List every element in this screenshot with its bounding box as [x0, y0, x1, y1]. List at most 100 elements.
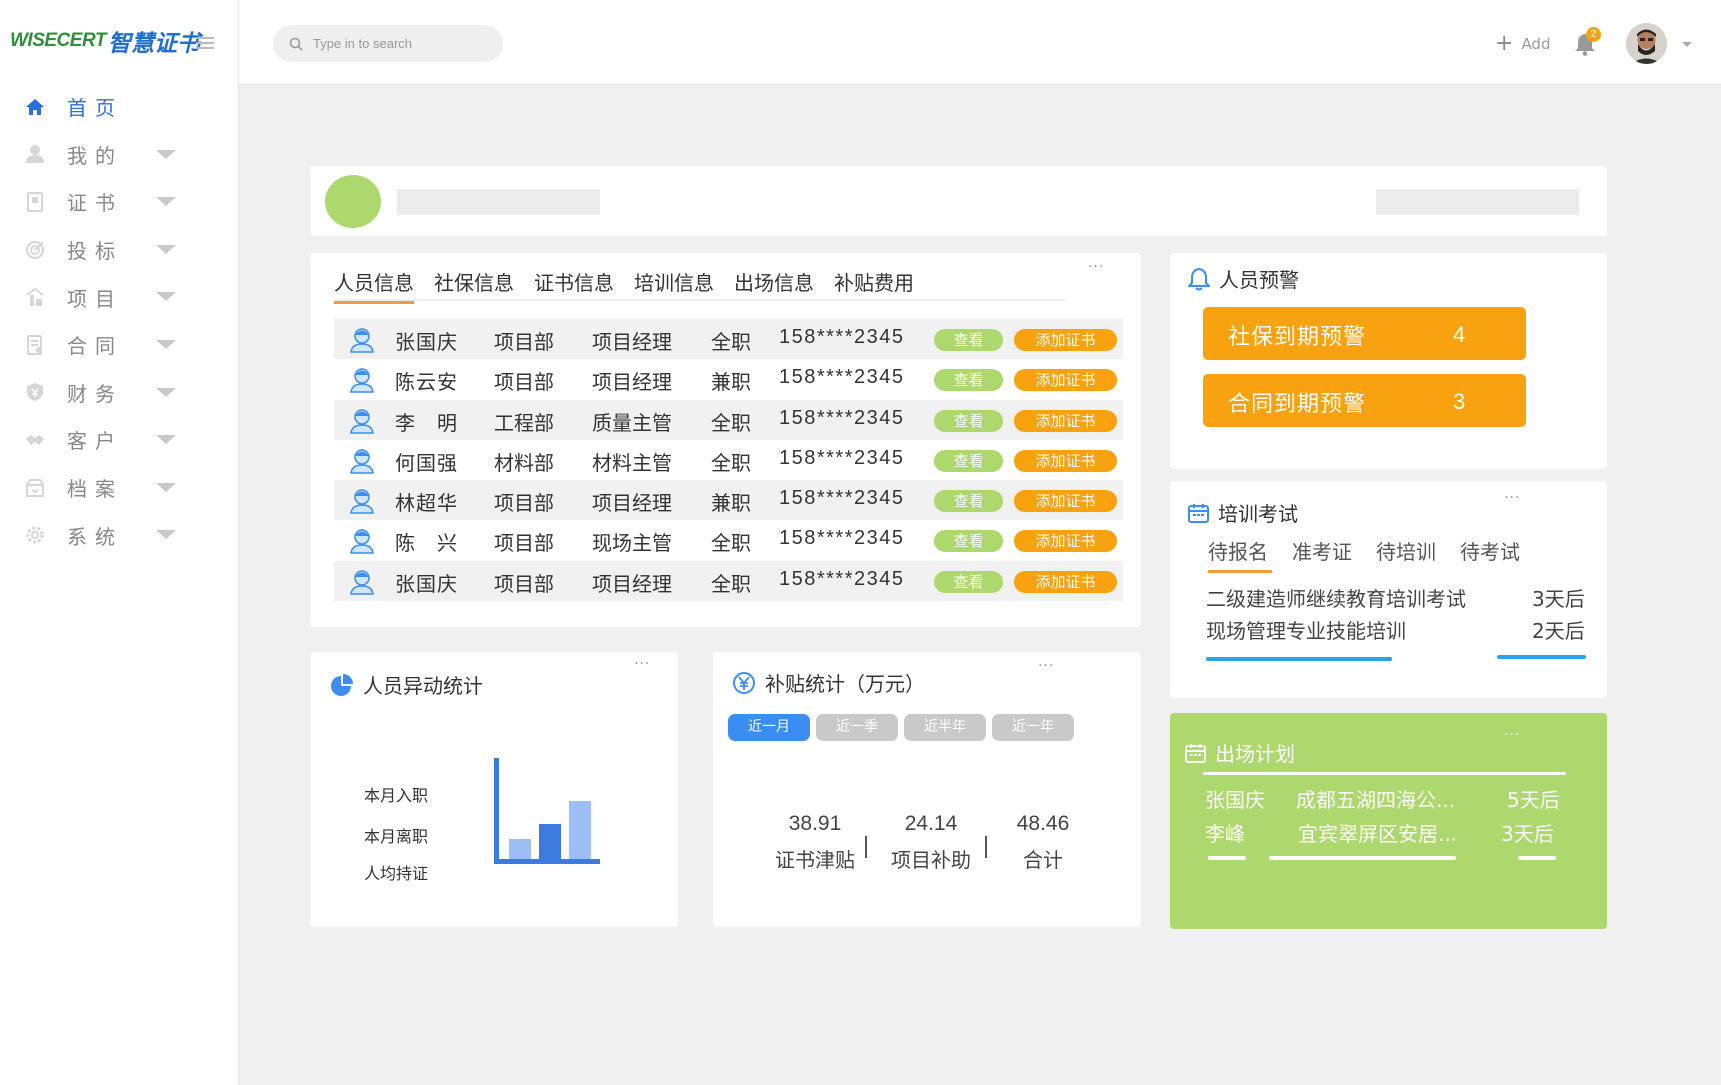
view-button[interactable]: 查看 — [934, 329, 1003, 351]
view-button[interactable]: 查看 — [934, 490, 1003, 513]
add-certificate-button[interactable]: 添加证书 — [1014, 490, 1117, 513]
tab-last-quarter[interactable]: 近一季 — [816, 714, 898, 741]
sidebar-item-home[interactable]: 首页 — [0, 83, 239, 131]
tab-pending-training[interactable]: 待培训 — [1376, 536, 1436, 571]
view-button[interactable]: 查看 — [934, 409, 1003, 432]
view-button[interactable]: 查看 — [934, 369, 1003, 392]
person-position: 项目经理 — [592, 370, 672, 395]
sidebar-item-customer[interactable]: 客户 — [0, 416, 239, 464]
tab-subsidy-fee[interactable]: 补贴费用 — [834, 265, 914, 301]
add-button[interactable]: + Add — [1495, 33, 1550, 55]
view-button[interactable]: 查看 — [934, 530, 1003, 553]
sidebar-item-bidding[interactable]: 投标 — [0, 226, 239, 274]
sidebar-item-contract[interactable]: 合同 — [0, 321, 239, 369]
search-input[interactable] — [313, 36, 493, 51]
more-icon[interactable]: ··· — [634, 656, 650, 672]
tab-last-year[interactable]: 近一年 — [992, 714, 1074, 741]
chart-axis-y — [494, 758, 499, 864]
personnel-change-card: 人员异动统计 ··· 本月入职 本月离职 人均持证 — [310, 652, 678, 927]
person-position: 现场主管 — [592, 531, 672, 556]
sidebar-item-project[interactable]: 项目 — [0, 273, 239, 321]
tab-admission-ticket[interactable]: 准考证 — [1292, 536, 1352, 571]
person-phone: 158****2345 — [779, 406, 905, 429]
tab-pending-registration[interactable]: 待报名 — [1208, 536, 1272, 573]
sidebar-item-certificate[interactable]: 证书 — [0, 178, 239, 226]
add-certificate-button[interactable]: 添加证书 — [1014, 449, 1117, 472]
add-certificate-button[interactable]: 添加证书 — [1014, 409, 1117, 432]
more-icon[interactable]: ··· — [1038, 658, 1054, 674]
progress-bar — [1497, 655, 1586, 659]
view-button[interactable]: 查看 — [934, 449, 1003, 472]
tab-last-half-year[interactable]: 近半年 — [904, 714, 986, 741]
chevron-down-icon[interactable] — [156, 244, 176, 254]
social-security-expiry-warning[interactable]: 社保到期预警 4 — [1203, 307, 1526, 360]
yen-icon — [733, 671, 755, 694]
tab-certificate-info[interactable]: 证书信息 — [534, 265, 614, 301]
person-icon — [350, 408, 374, 434]
table-row: 何国强 材料部 材料主管 全职 158****2345 查看 添加证书 — [334, 440, 1123, 480]
person-employment-type: 全职 — [711, 450, 751, 475]
chevron-down-icon[interactable] — [156, 387, 176, 397]
sidebar: WISECERT 智慧证书 首页 我的 证书 投标 项目 合同 财务 客户 档案… — [0, 0, 239, 1085]
sidebar-item-label: 财务 — [67, 381, 123, 406]
sidebar-item-archive[interactable]: 档案 — [0, 464, 239, 512]
chevron-down-icon[interactable] — [156, 435, 176, 445]
user-menu-caret-icon[interactable] — [1682, 42, 1692, 47]
sidebar-item-mine[interactable]: 我的 — [0, 131, 239, 179]
more-icon[interactable]: ··· — [1504, 490, 1520, 506]
tab-social-security[interactable]: 社保信息 — [434, 265, 514, 301]
avatar[interactable] — [1626, 23, 1667, 64]
sidebar-item-label: 系统 — [67, 524, 123, 549]
chevron-down-icon[interactable] — [156, 339, 176, 349]
chevron-down-icon[interactable] — [156, 530, 176, 540]
person-icon — [350, 529, 374, 555]
sidebar-item-system[interactable]: 系统 — [0, 511, 239, 559]
chevron-down-icon[interactable] — [156, 197, 176, 207]
add-certificate-button[interactable]: 添加证书 — [1014, 329, 1117, 351]
chevron-down-icon[interactable] — [156, 482, 176, 492]
project-icon — [25, 287, 45, 307]
contract-expiry-warning[interactable]: 合同到期预警 3 — [1203, 374, 1526, 427]
contract-icon — [25, 334, 45, 355]
stat-label: 本月入职 — [364, 786, 429, 805]
person-name: 张国庆 — [395, 571, 458, 596]
plan-when: 5天后 — [1507, 788, 1560, 812]
profile-info-placeholder — [1376, 189, 1579, 215]
tab-attendance-info[interactable]: 出场信息 — [734, 265, 814, 301]
logo[interactable]: WISECERT 智慧证书 — [10, 26, 200, 57]
tab-last-month[interactable]: 近一月 — [728, 714, 810, 741]
add-certificate-button[interactable]: 添加证书 — [1014, 369, 1117, 392]
person-dept: 项目部 — [494, 330, 554, 354]
tab-training-info[interactable]: 培训信息 — [634, 265, 714, 301]
more-icon[interactable]: ··· — [1088, 259, 1104, 275]
plan-person: 张国庆 — [1205, 788, 1265, 812]
add-certificate-button[interactable]: 添加证书 — [1014, 530, 1117, 553]
sidebar-item-finance[interactable]: 财务 — [0, 369, 239, 417]
menu-toggle-icon[interactable] — [196, 37, 214, 49]
person-icon — [350, 449, 374, 474]
attendance-plan-card: 出场计划 ··· 张国庆 成都五湖四海公... 5天后 李峰 宜宾翠屏区安居..… — [1170, 713, 1607, 929]
tab-pending-exam[interactable]: 待考试 — [1460, 536, 1520, 571]
training-item-name[interactable]: 现场管理专业技能培训 — [1206, 615, 1406, 644]
chevron-down-icon[interactable] — [156, 149, 176, 159]
chevron-down-icon[interactable] — [156, 292, 176, 302]
search-box[interactable] — [273, 25, 503, 62]
person-phone: 158****2345 — [779, 487, 905, 510]
plan-place[interactable]: 成都五湖四海公... — [1296, 784, 1455, 813]
warning-label: 合同到期预警 — [1228, 392, 1367, 417]
user-icon — [25, 144, 45, 164]
add-certificate-button[interactable]: 添加证书 — [1014, 570, 1117, 593]
more-icon[interactable]: ··· — [1504, 727, 1520, 743]
sidebar-item-label: 项目 — [67, 286, 123, 311]
view-button[interactable]: 查看 — [934, 570, 1003, 593]
calendar-icon — [1185, 743, 1206, 763]
plan-place[interactable]: 宜宾翠屏区安居... — [1298, 818, 1457, 847]
change-stats-title: 人员异动统计 — [330, 670, 483, 699]
person-dept: 工程部 — [494, 410, 554, 435]
personnel-tabs: 人员信息 社保信息 证书信息 培训信息 出场信息 补贴费用 — [334, 265, 1066, 304]
training-item-name[interactable]: 二级建造师继续教育培训考试 — [1206, 583, 1466, 612]
tab-personnel-info[interactable]: 人员信息 — [334, 265, 414, 304]
person-employment-type: 全职 — [711, 330, 751, 354]
plan-title: 出场计划 — [1185, 738, 1295, 767]
table-row: 林超华 项目部 项目经理 兼职 158****2345 查看 添加证书 — [334, 480, 1123, 521]
